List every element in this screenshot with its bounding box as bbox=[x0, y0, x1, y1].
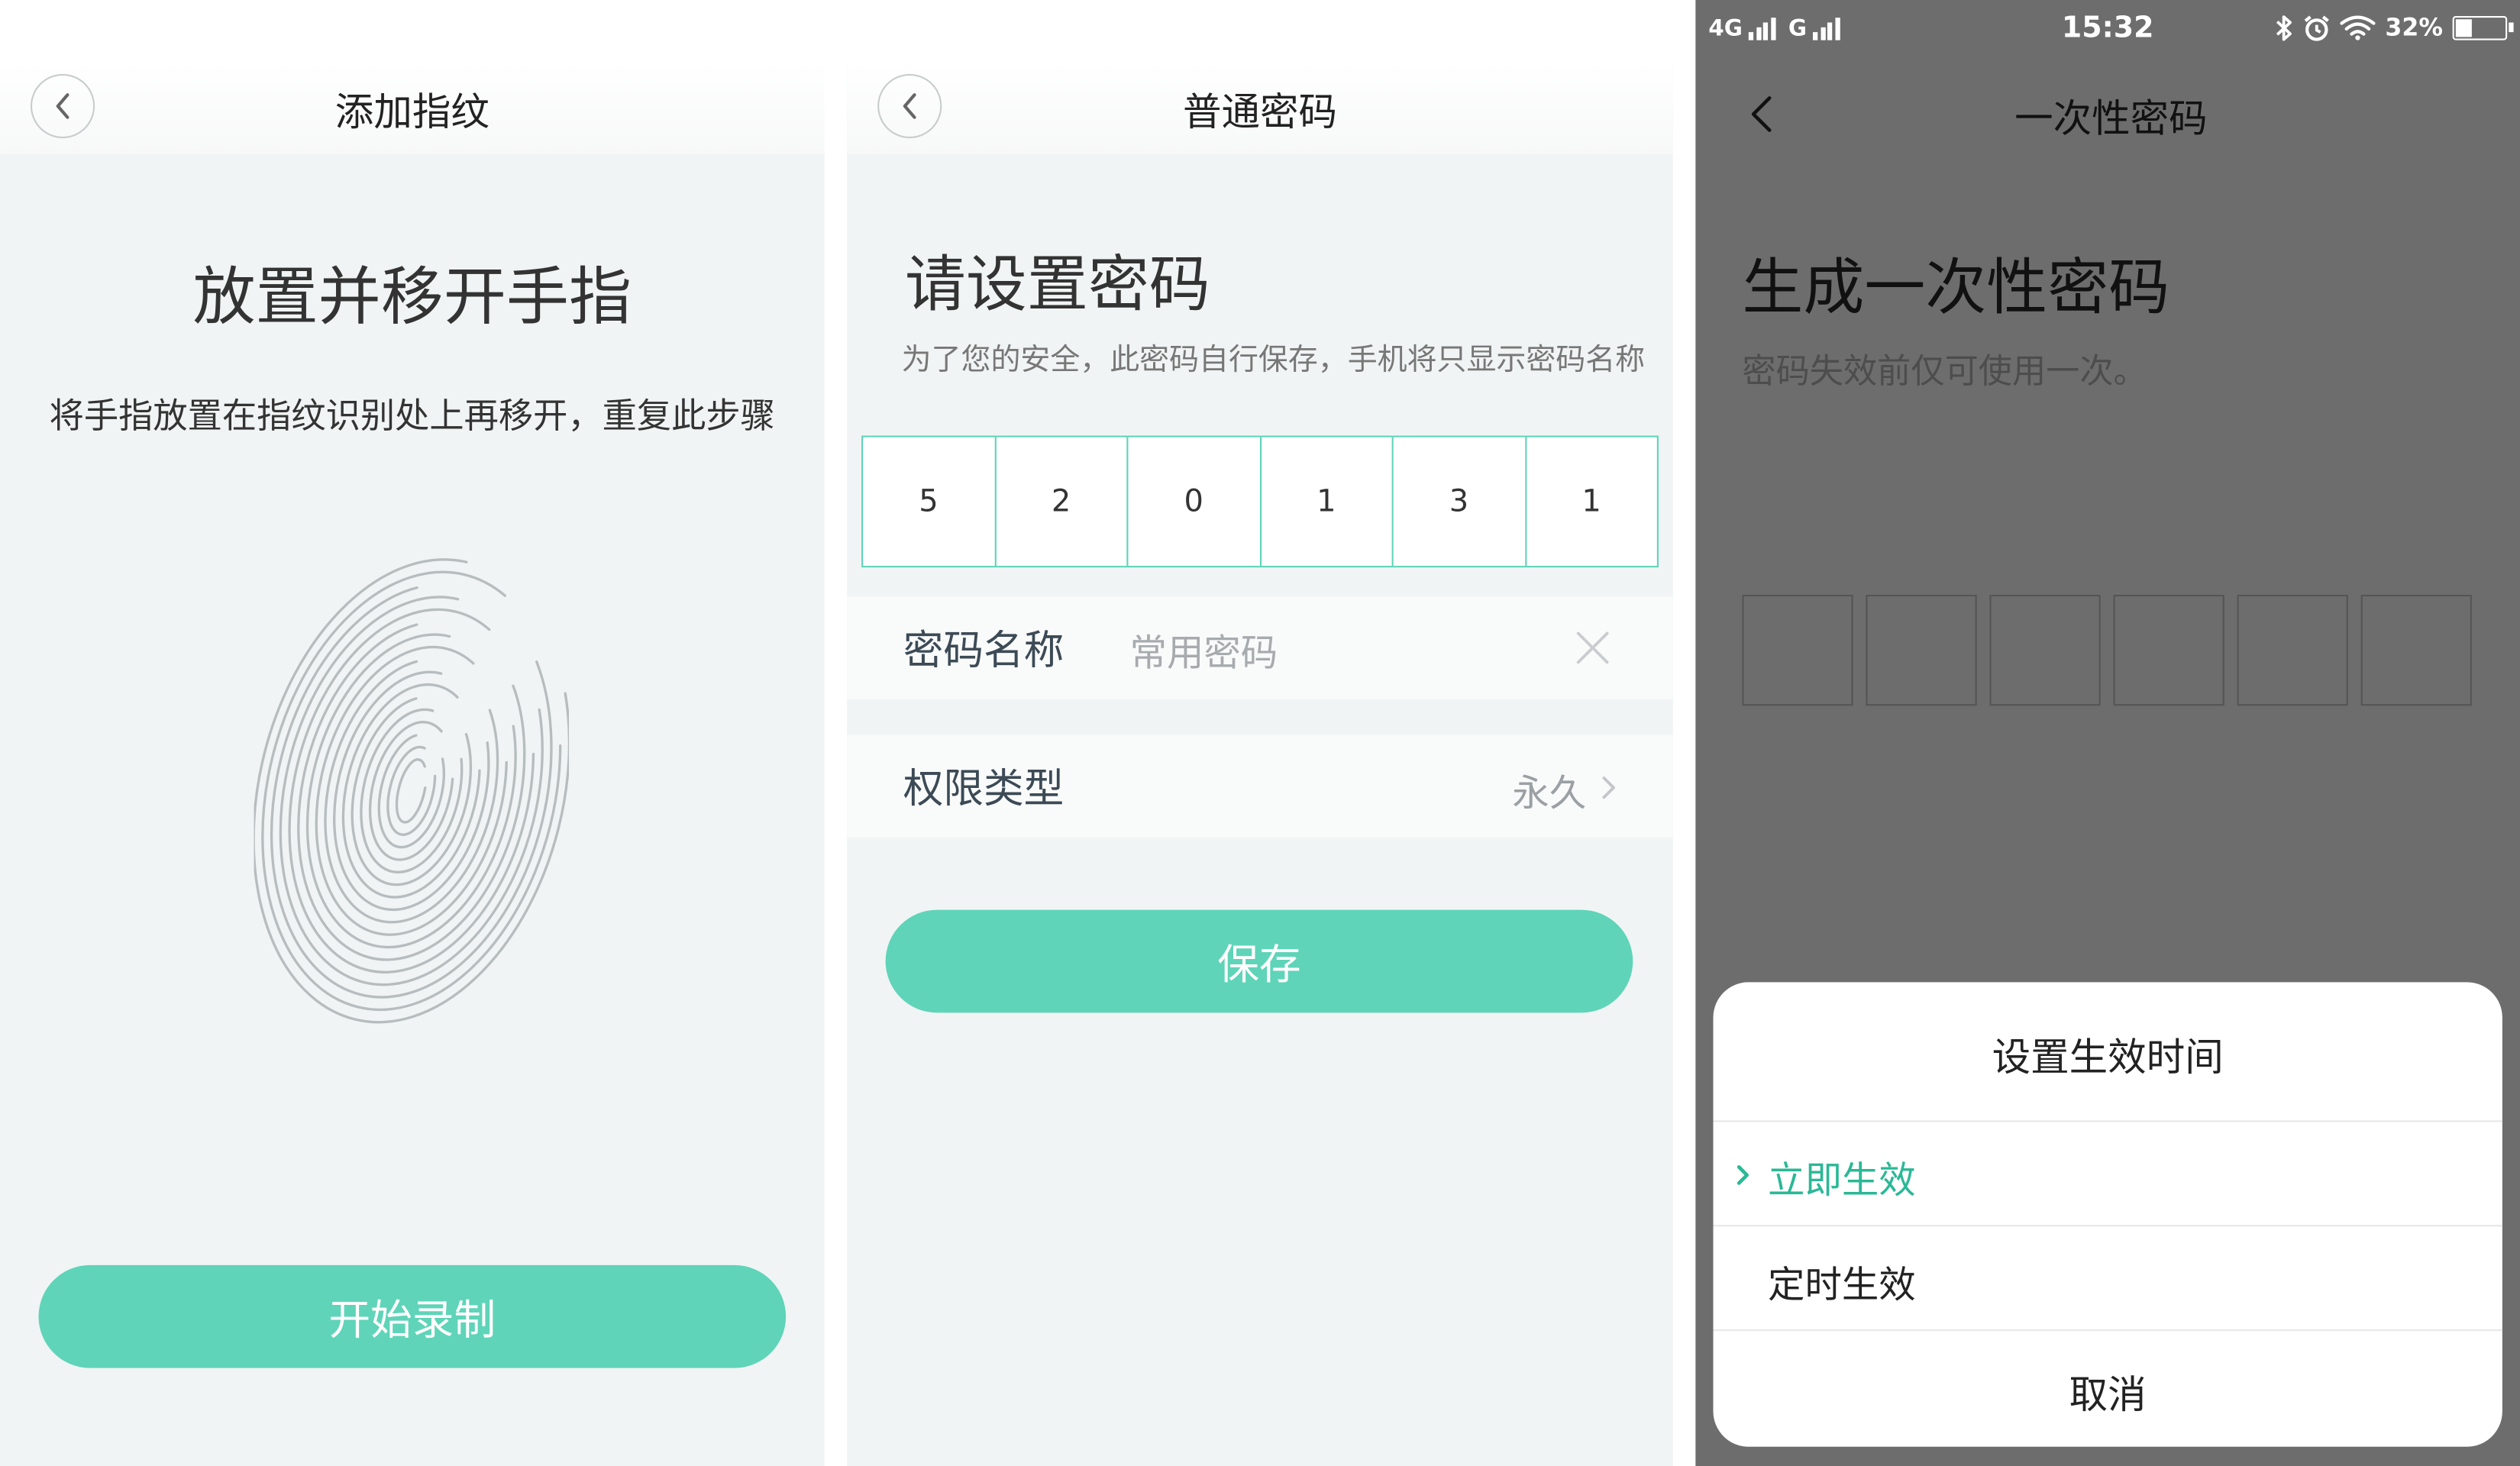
otp-code-box bbox=[2113, 594, 2224, 706]
digit-cell[interactable]: 2 bbox=[996, 437, 1129, 567]
digit-cell[interactable]: 1 bbox=[1261, 437, 1394, 567]
section-title: 请设置密码 bbox=[904, 249, 1210, 320]
status-right: 32% bbox=[2276, 12, 2514, 42]
option-scheduled[interactable]: 定时生效 bbox=[1713, 1225, 2502, 1328]
sheet-title: 设置生效时间 bbox=[1992, 1035, 2224, 1080]
permission-type-value: 永久 bbox=[1512, 773, 1587, 815]
password-name-input[interactable]: 常用密码 bbox=[1130, 622, 1278, 677]
permission-type-label: 权限类型 bbox=[903, 765, 1065, 812]
fingerprint-ridge bbox=[377, 733, 445, 849]
battery-icon bbox=[2452, 15, 2514, 40]
clear-icon[interactable] bbox=[1573, 628, 1612, 667]
option-label: 立即生效 bbox=[1768, 1161, 1916, 1203]
battery-percent: 32% bbox=[2385, 12, 2443, 42]
permission-type-row[interactable]: 权限类型 永久 bbox=[847, 735, 1673, 838]
password-name-label: 密码名称 bbox=[903, 627, 1065, 674]
digit-cell[interactable]: 0 bbox=[1128, 437, 1262, 567]
password-panel: 普通密码 请设置密码 为了您的安全，此密码自行保存，手机将只显示密码名称 5 2… bbox=[847, 0, 1673, 1466]
cancel-label: 取消 bbox=[2069, 1372, 2147, 1418]
page-title: 一次性密码 bbox=[2014, 96, 2208, 142]
fingerprint-panel: 添加指纹 放置并移开手指 将手指放置在指纹识别处上再移开，重复此步骤 开始录制 bbox=[0, 0, 825, 1466]
chevron-right-icon bbox=[1737, 1165, 1749, 1185]
section-subtitle: 密码失效前仅可使用一次。 bbox=[1742, 352, 2147, 391]
bluetooth-icon bbox=[2276, 15, 2292, 40]
security-hint: 为了您的安全，此密码自行保存，手机将只显示密码名称 bbox=[901, 344, 1646, 378]
section-title: 生成一次性密码 bbox=[1742, 252, 2170, 324]
otp-panel: 4G G 15:32 32% 一次性密码 生成一次性密码 密码失效前仅可使用一次… bbox=[1695, 0, 2520, 1466]
effective-time-sheet: 设置生效时间 立即生效 定时生效 取消 bbox=[1713, 982, 2502, 1447]
page-title: 添加指纹 bbox=[334, 89, 489, 135]
fingerprint-ridge bbox=[351, 696, 473, 886]
save-button[interactable]: 保存 bbox=[885, 909, 1633, 1013]
option-label: 定时生效 bbox=[1768, 1264, 1916, 1307]
digit-cell[interactable]: 5 bbox=[863, 437, 996, 567]
instruction-title: 放置并移开手指 bbox=[192, 262, 632, 334]
screenshot-root: 添加指纹 放置并移开手指 将手指放置在指纹识别处上再移开，重复此步骤 开始录制 … bbox=[0, 0, 2520, 1466]
fingerprint-ridge bbox=[360, 708, 464, 873]
panel-divider bbox=[1672, 0, 1696, 1466]
alarm-icon bbox=[2304, 15, 2330, 40]
instruction-text: 将手指放置在指纹识别处上再移开，重复此步骤 bbox=[49, 397, 775, 438]
fingerprint-icon bbox=[254, 558, 570, 1024]
panel-divider bbox=[824, 0, 848, 1466]
password-name-row: 密码名称 常用密码 bbox=[847, 596, 1673, 699]
wifi-icon bbox=[2340, 15, 2376, 40]
password-digit-input[interactable]: 5 2 0 1 3 1 bbox=[861, 435, 1659, 568]
cancel-button[interactable]: 取消 bbox=[1713, 1329, 2502, 1447]
fingerprint-ridge bbox=[305, 633, 517, 949]
otp-code-box bbox=[1989, 594, 2101, 706]
header: 添加指纹 bbox=[0, 0, 825, 155]
status-bar: 4G G 15:32 32% bbox=[1695, 0, 2520, 58]
fingerprint-ridge bbox=[333, 670, 490, 912]
page-title: 普通密码 bbox=[1182, 89, 1338, 135]
digit-cell[interactable]: 3 bbox=[1394, 437, 1527, 567]
header: 普通密码 bbox=[847, 0, 1673, 155]
fingerprint-ridge bbox=[386, 745, 437, 836]
option-immediate[interactable]: 立即生效 bbox=[1713, 1120, 2502, 1223]
otp-code-boxes bbox=[1742, 594, 2472, 706]
otp-code-box bbox=[2237, 594, 2348, 706]
digit-cell[interactable]: 1 bbox=[1526, 438, 1657, 566]
otp-code-box bbox=[1742, 594, 1853, 706]
otp-code-box bbox=[1866, 594, 1977, 706]
chevron-right-icon bbox=[1602, 777, 1615, 799]
otp-code-box bbox=[2360, 594, 2472, 706]
start-recording-button[interactable]: 开始录制 bbox=[38, 1264, 787, 1368]
